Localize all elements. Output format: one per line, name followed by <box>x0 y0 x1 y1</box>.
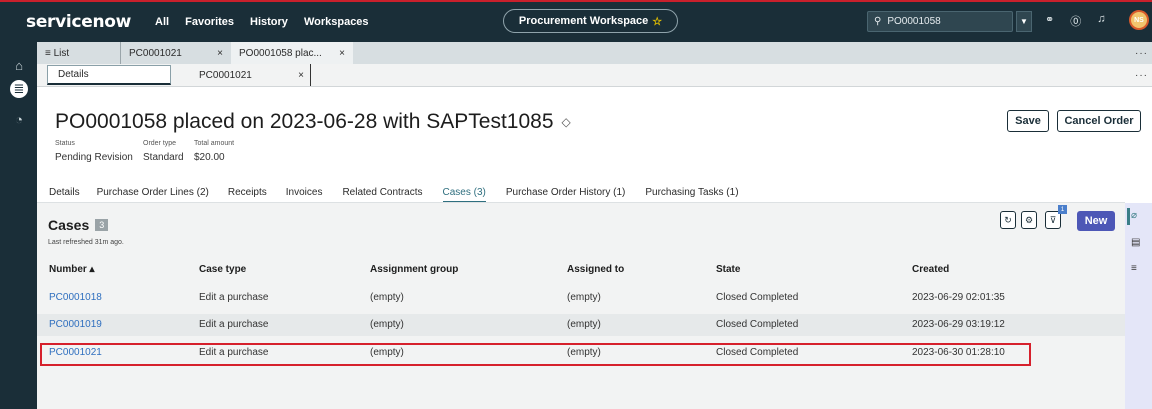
tab-details[interactable]: Details <box>47 65 171 85</box>
top-utility-icons: ⚭ ⓪ ♫ <box>1045 13 1105 29</box>
column-header-number[interactable]: Number ▴ <box>49 264 95 275</box>
avatar[interactable]: NS <box>1129 10 1149 30</box>
record-subtab-bar: Details PC0001021 × ··· <box>37 64 1152 87</box>
close-icon[interactable]: × <box>298 70 304 81</box>
chat-icon[interactable]: ⚭ <box>1045 13 1054 29</box>
table-row[interactable]: PC0001018 Edit a purchase (empty) (empty… <box>37 287 1125 309</box>
nav-history[interactable]: History <box>250 16 288 28</box>
tab-label: PO0001058 plac... <box>239 47 322 59</box>
right-rail-active-indicator <box>1127 208 1130 225</box>
cases-heading: Cases 3 <box>48 217 109 233</box>
top-nav-menu: All Favorites History Workspaces <box>155 16 369 28</box>
dashboard-icon[interactable]: ◔ <box>10 110 28 128</box>
list-icon[interactable]: ≣ <box>10 80 28 98</box>
state-cell: Closed Completed <box>716 319 799 330</box>
created-cell: 2023-06-29 02:01:35 <box>912 292 1005 303</box>
tag-icon[interactable]: ◇ <box>562 115 571 129</box>
record-tabs: Details Purchase Order Lines (2) Receipt… <box>49 187 739 203</box>
created-cell: 2023-06-29 03:19:12 <box>912 319 1005 330</box>
favorite-star-icon[interactable]: ☆ <box>652 15 662 28</box>
record-header: PO0001058 placed on 2023-06-28 with SAPT… <box>55 110 571 134</box>
assignment-group-cell: (empty) <box>370 319 404 330</box>
state-cell: Closed Completed <box>716 292 799 303</box>
column-header-created[interactable]: Created <box>912 264 949 275</box>
more-tabs-icon[interactable]: ··· <box>1135 48 1148 59</box>
list-lines-icon[interactable]: ≡ <box>1131 263 1137 274</box>
case-number-link[interactable]: PC0001018 <box>49 292 102 303</box>
search-icon: ⚲ <box>874 16 882 27</box>
total-amount-value: $20.00 <box>194 152 225 163</box>
global-search-input[interactable]: ⚲ PO0001058 <box>867 11 1013 32</box>
search-value: PO0001058 <box>887 16 941 27</box>
assignment-group-cell: (empty) <box>370 292 404 303</box>
servicenow-logo[interactable]: servicenow <box>26 12 131 32</box>
column-header-state[interactable]: State <box>716 264 740 275</box>
workspace-title: Procurement Workspace <box>518 15 649 27</box>
right-sidebar <box>1125 203 1152 409</box>
chevron-down-icon: ▼ <box>1020 17 1028 26</box>
more-icon[interactable]: ··· <box>1135 70 1148 81</box>
cases-title: Cases <box>48 217 90 233</box>
tab-invoices[interactable]: Invoices <box>286 187 323 203</box>
workspace-title-pill[interactable]: Procurement Workspace ☆ <box>503 9 678 33</box>
assigned-to-cell: (empty) <box>567 292 601 303</box>
attachment-icon[interactable]: ⌀ <box>1131 210 1137 221</box>
close-icon[interactable]: × <box>217 48 223 59</box>
nav-workspaces[interactable]: Workspaces <box>304 16 369 28</box>
filter-count-badge: 1 <box>1058 205 1067 214</box>
tab-purchase-order-history[interactable]: Purchase Order History (1) <box>506 187 625 203</box>
status-value: Pending Revision <box>55 152 133 163</box>
left-rail: ⌂ ≣ ◔ <box>0 42 37 409</box>
cancel-order-button[interactable]: Cancel Order <box>1057 110 1141 132</box>
tab-label: PC0001021 <box>199 69 252 81</box>
nav-favorites[interactable]: Favorites <box>185 16 234 28</box>
search-scope-dropdown[interactable]: ▼ <box>1016 11 1032 32</box>
tab-label: PC0001021 <box>129 47 182 59</box>
tab-po0001058[interactable]: PO0001058 plac... × <box>231 42 353 64</box>
page-title: PO0001058 placed on 2023-06-28 with SAPT… <box>55 110 554 133</box>
highlight-box <box>40 343 1031 366</box>
refresh-icon[interactable]: ↻ <box>1000 211 1016 229</box>
cases-count-badge: 3 <box>95 219 109 231</box>
assigned-to-cell: (empty) <box>567 319 601 330</box>
status-label: Status <box>55 140 75 147</box>
order-type-label: Order type <box>143 140 177 147</box>
nav-all[interactable]: All <box>155 16 169 28</box>
help-icon[interactable]: ⓪ <box>1070 13 1081 29</box>
workspace-tab-bar: ≡ List PC0001021 × PO0001058 plac... × ·… <box>37 42 1152 64</box>
tab-cases[interactable]: Cases (3) <box>442 187 486 203</box>
tab-details[interactable]: Details <box>49 187 80 203</box>
column-header-case-type[interactable]: Case type <box>199 264 246 275</box>
document-icon[interactable]: ▤ <box>1131 237 1140 248</box>
save-button[interactable]: Save <box>1007 110 1049 132</box>
table-row[interactable]: PC0001019 Edit a purchase (empty) (empty… <box>37 314 1125 336</box>
tab-receipts[interactable]: Receipts <box>228 187 267 203</box>
tab-list[interactable]: ≡ List <box>37 42 121 64</box>
tab-purchasing-tasks[interactable]: Purchasing Tasks (1) <box>645 187 738 203</box>
notification-bell-icon[interactable]: ♫ <box>1097 13 1105 29</box>
tab-pc0001021[interactable]: PC0001021 × <box>121 42 231 64</box>
list-tab-label: ≡ List <box>45 47 70 59</box>
tab-purchase-order-lines[interactable]: Purchase Order Lines (2) <box>97 187 209 203</box>
settings-gear-icon[interactable]: ⚙ <box>1021 211 1037 229</box>
column-header-assignment-group[interactable]: Assignment group <box>370 264 458 275</box>
new-case-button[interactable]: New <box>1077 211 1115 231</box>
details-tab-label: Details <box>58 69 89 80</box>
case-type-cell: Edit a purchase <box>199 292 269 303</box>
close-icon[interactable]: × <box>339 48 345 59</box>
home-icon[interactable]: ⌂ <box>10 56 28 74</box>
total-amount-label: Total amount <box>194 140 235 147</box>
case-number-link[interactable]: PC0001019 <box>49 319 102 330</box>
tab-related-contracts[interactable]: Related Contracts <box>342 187 422 203</box>
column-header-assigned-to[interactable]: Assigned to <box>567 264 624 275</box>
case-type-cell: Edit a purchase <box>199 319 269 330</box>
tab-pc0001021-sub[interactable]: PC0001021 × <box>199 64 311 86</box>
last-refreshed-text: Last refreshed 31m ago. <box>48 239 124 246</box>
order-type-value: Standard <box>143 152 184 163</box>
